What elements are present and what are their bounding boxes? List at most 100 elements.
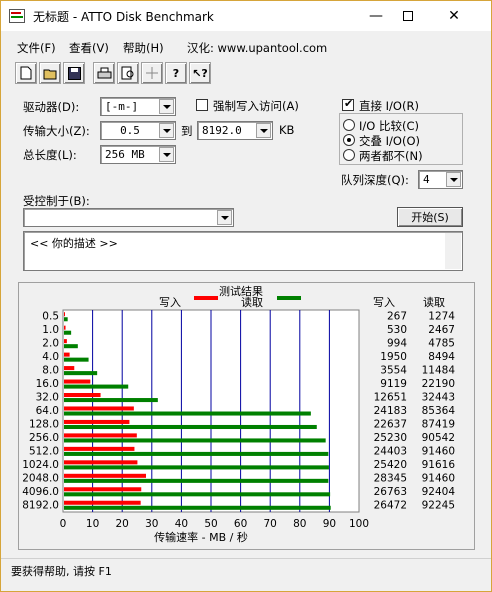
menu-view[interactable]: 查看(V) — [69, 40, 109, 56]
x-tick-label: 90 — [323, 518, 336, 530]
x-tick-label: 60 — [234, 518, 247, 530]
window-title: 无标题 - ATTO Disk Benchmark — [33, 10, 214, 24]
transfer-to-value: 8192.0 — [202, 124, 242, 137]
x-tick-label: 30 — [145, 518, 158, 530]
bar-write — [64, 366, 75, 371]
x-tick-label: 40 — [175, 518, 188, 530]
y-category-label: 512.0 — [29, 445, 59, 457]
legend-write-label: 写入 — [159, 296, 181, 309]
neither-radio[interactable] — [343, 149, 355, 161]
x-tick-label: 50 — [204, 518, 217, 530]
y-category-label: 64.0 — [36, 405, 59, 417]
menu-help[interactable]: 帮助(H) — [123, 40, 164, 56]
bar-read — [64, 438, 326, 443]
bar-read — [64, 451, 329, 456]
context-help-icon[interactable]: ↖? — [189, 62, 211, 84]
io-compare-radio[interactable] — [343, 119, 355, 131]
transfer-from-select[interactable]: 0.5 — [100, 121, 176, 140]
io-compare-label: I/O 比较(C) — [359, 119, 419, 133]
print-icon[interactable] — [93, 62, 115, 84]
legend-read-label: 读取 — [241, 295, 263, 309]
open-icon[interactable] — [39, 62, 61, 84]
direct-io-label: 直接 I/O(R) — [359, 99, 419, 113]
bar-write — [64, 379, 91, 384]
read-value: 92404 — [422, 486, 456, 498]
write-value: 1950 — [380, 351, 407, 363]
menu-file[interactable]: 文件(F) — [17, 40, 56, 56]
maximize-button[interactable] — [385, 1, 431, 31]
legend-write-swatch — [194, 296, 218, 300]
x-tick-label: 80 — [293, 518, 306, 530]
close-button[interactable]: ✕ — [431, 1, 477, 31]
chevron-down-icon — [217, 210, 232, 225]
results-chart: 测试结果 写入 读取 写入 读取 0.51.02.04.08.016.032.0… — [22, 285, 456, 544]
bar-read — [64, 465, 329, 470]
write-value: 22637 — [374, 418, 407, 430]
read-value: 4785 — [428, 338, 455, 350]
read-value: 91460 — [422, 472, 455, 484]
app-icon — [9, 9, 25, 23]
to-label: 到 — [181, 124, 193, 138]
save-icon[interactable] — [63, 62, 85, 84]
controlled-by-label: 受控制于(B): — [23, 194, 90, 208]
help-icon[interactable]: ? — [165, 62, 187, 84]
force-write-checkbox[interactable] — [196, 99, 208, 111]
new-icon[interactable] — [15, 62, 37, 84]
read-value: 2467 — [428, 324, 455, 336]
x-tick-label: 20 — [116, 518, 129, 530]
write-value: 28345 — [374, 472, 407, 484]
description-text: << 你的描述 >> — [30, 237, 118, 250]
y-category-label: 256.0 — [29, 432, 59, 444]
y-category-label: 8192.0 — [22, 499, 59, 511]
print-preview-icon[interactable] — [117, 62, 139, 84]
total-length-select[interactable]: 256 MB — [100, 145, 176, 164]
overlapped-io-radio[interactable] — [343, 134, 355, 146]
bar-read — [64, 411, 311, 416]
description-scrollbar[interactable] — [445, 233, 461, 269]
read-value: 11484 — [422, 365, 456, 377]
write-value: 267 — [387, 311, 407, 323]
chevron-down-icon — [446, 172, 461, 187]
bar-read — [64, 330, 72, 335]
chevron-down-icon — [159, 147, 174, 162]
controlled-by-select[interactable] — [23, 208, 234, 227]
direct-io-checkbox[interactable] — [342, 97, 354, 111]
bar-write — [64, 460, 138, 465]
transfer-from-value: 0.5 — [120, 124, 140, 137]
y-category-label: 128.0 — [29, 418, 59, 430]
y-category-label: 4096.0 — [22, 486, 59, 498]
force-write-label: 强制写入访问(A) — [213, 99, 299, 113]
write-value: 25230 — [374, 432, 407, 444]
bar-read — [64, 344, 78, 349]
menu-bar: 文件(F) 查看(V) 帮助(H) 汉化: www.upantool.com — [1, 37, 491, 57]
drive-select[interactable]: [-m-] — [100, 97, 176, 116]
start-button[interactable]: 开始(S) — [397, 207, 463, 227]
chevron-down-icon — [256, 123, 271, 138]
maximize-icon — [403, 11, 413, 21]
description-field[interactable]: << 你的描述 >> — [23, 231, 463, 271]
read-value: 32443 — [422, 392, 455, 404]
bar-read — [64, 505, 331, 510]
read-value: 91460 — [422, 445, 455, 457]
menu-localized[interactable]: 汉化: www.upantool.com — [187, 40, 327, 56]
transfer-to-select[interactable]: 8192.0 — [197, 121, 273, 140]
col-header-read: 读取 — [423, 295, 445, 309]
y-category-label: 1024.0 — [22, 459, 59, 471]
bar-write — [64, 392, 101, 398]
bar-write — [64, 352, 70, 357]
bar-write — [64, 325, 66, 330]
move-icon[interactable] — [141, 62, 163, 84]
y-category-label: 0.5 — [42, 311, 59, 323]
queue-depth-select[interactable]: 4 — [418, 170, 463, 189]
bar-write — [64, 500, 141, 505]
read-value: 85364 — [422, 405, 456, 417]
y-category-label: 2.0 — [42, 338, 59, 350]
bar-read — [64, 371, 98, 376]
unit-label: KB — [279, 123, 295, 137]
write-value: 9119 — [380, 378, 407, 390]
write-value: 26472 — [374, 499, 407, 511]
drive-label: 驱动器(D): — [23, 100, 80, 114]
read-value: 22190 — [422, 378, 455, 390]
transfer-size-label: 传输大小(Z): — [23, 124, 90, 138]
x-tick-label: 10 — [86, 518, 99, 530]
